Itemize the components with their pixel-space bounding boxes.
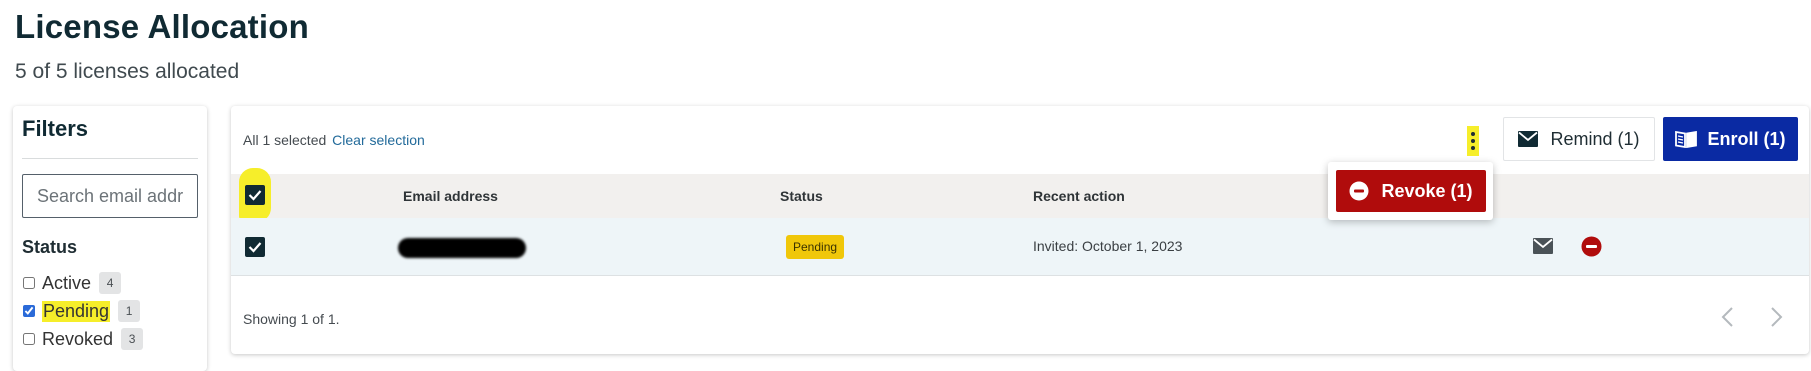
status-revoked-checkbox[interactable] <box>23 333 35 345</box>
status-active-checkbox[interactable] <box>23 277 35 289</box>
chevron-right-icon[interactable] <box>1768 306 1784 328</box>
pagination-summary: Showing 1 of 1. <box>243 311 340 327</box>
more-actions-button[interactable] <box>1467 126 1479 156</box>
status-option-active[interactable]: Active 4 <box>22 271 122 295</box>
status-pending-count: 1 <box>118 300 141 322</box>
row-remind-envelope-icon[interactable] <box>1533 238 1553 254</box>
status-revoked-count: 3 <box>121 328 144 350</box>
enroll-button-label: Enroll (1) <box>1707 128 1786 149</box>
page-title: License Allocation <box>15 8 309 45</box>
status-pending-label: Pending <box>42 300 111 322</box>
more-vertical-icon-dot <box>1471 139 1475 143</box>
search-email-input[interactable] <box>22 174 198 218</box>
checkmark-icon <box>248 190 262 201</box>
remind-button-label: Remind (1) <box>1550 128 1640 149</box>
table-header: Email address Status Recent action <box>231 174 1809 218</box>
checkmark-icon <box>248 242 262 253</box>
enroll-button[interactable]: Enroll (1) <box>1663 117 1798 161</box>
status-option-revoked[interactable]: Revoked 3 <box>22 327 144 351</box>
table-row[interactable]: Pending Invited: October 1, 2023 <box>231 218 1809 276</box>
filters-divider <box>22 158 198 159</box>
row-revoke-minus-circle-icon[interactable] <box>1581 236 1602 257</box>
clear-selection-link[interactable]: Clear selection <box>332 132 425 148</box>
status-option-pending[interactable]: Pending 1 <box>22 299 141 323</box>
selection-count-text: All 1 selected <box>243 132 327 148</box>
envelope-icon <box>1518 131 1539 147</box>
license-table-card: All 1 selected Clear selection Remind (1… <box>231 106 1809 354</box>
status-badge: Pending <box>786 235 845 259</box>
row-select-checkbox[interactable] <box>245 237 265 257</box>
column-header-email[interactable]: Email address <box>403 174 498 218</box>
selection-summary: All 1 selected Clear selection <box>243 132 425 148</box>
remind-button[interactable]: Remind (1) <box>1503 117 1655 161</box>
book-open-icon <box>1675 130 1698 148</box>
more-vertical-icon-dot <box>1471 146 1475 150</box>
status-active-count: 4 <box>99 272 122 294</box>
select-all-checkbox[interactable] <box>239 168 271 222</box>
more-actions-popover: Revoke (1) <box>1328 162 1493 220</box>
filters-title: Filters <box>22 116 89 141</box>
status-active-label: Active <box>42 272 92 293</box>
column-header-status[interactable]: Status <box>780 174 823 218</box>
chevron-left-icon[interactable] <box>1720 306 1736 328</box>
revoke-button[interactable]: Revoke (1) <box>1336 170 1486 212</box>
email-redacted <box>398 238 526 258</box>
minus-circle-icon <box>1349 181 1369 201</box>
revoke-button-label: Revoke (1) <box>1381 180 1473 201</box>
status-filter-heading: Status <box>22 237 78 257</box>
recent-action-text: Invited: October 1, 2023 <box>1033 238 1183 254</box>
status-revoked-label: Revoked <box>42 328 114 349</box>
status-pending-checkbox[interactable] <box>23 305 35 317</box>
license-count-subtitle: 5 of 5 licenses allocated <box>15 60 240 83</box>
more-vertical-icon-dot <box>1471 132 1475 136</box>
column-header-recent-action[interactable]: Recent action <box>1033 174 1125 218</box>
select-all-check <box>245 185 265 205</box>
filters-panel: Filters Status Active 4 Pending 1 Revoke… <box>13 106 207 371</box>
